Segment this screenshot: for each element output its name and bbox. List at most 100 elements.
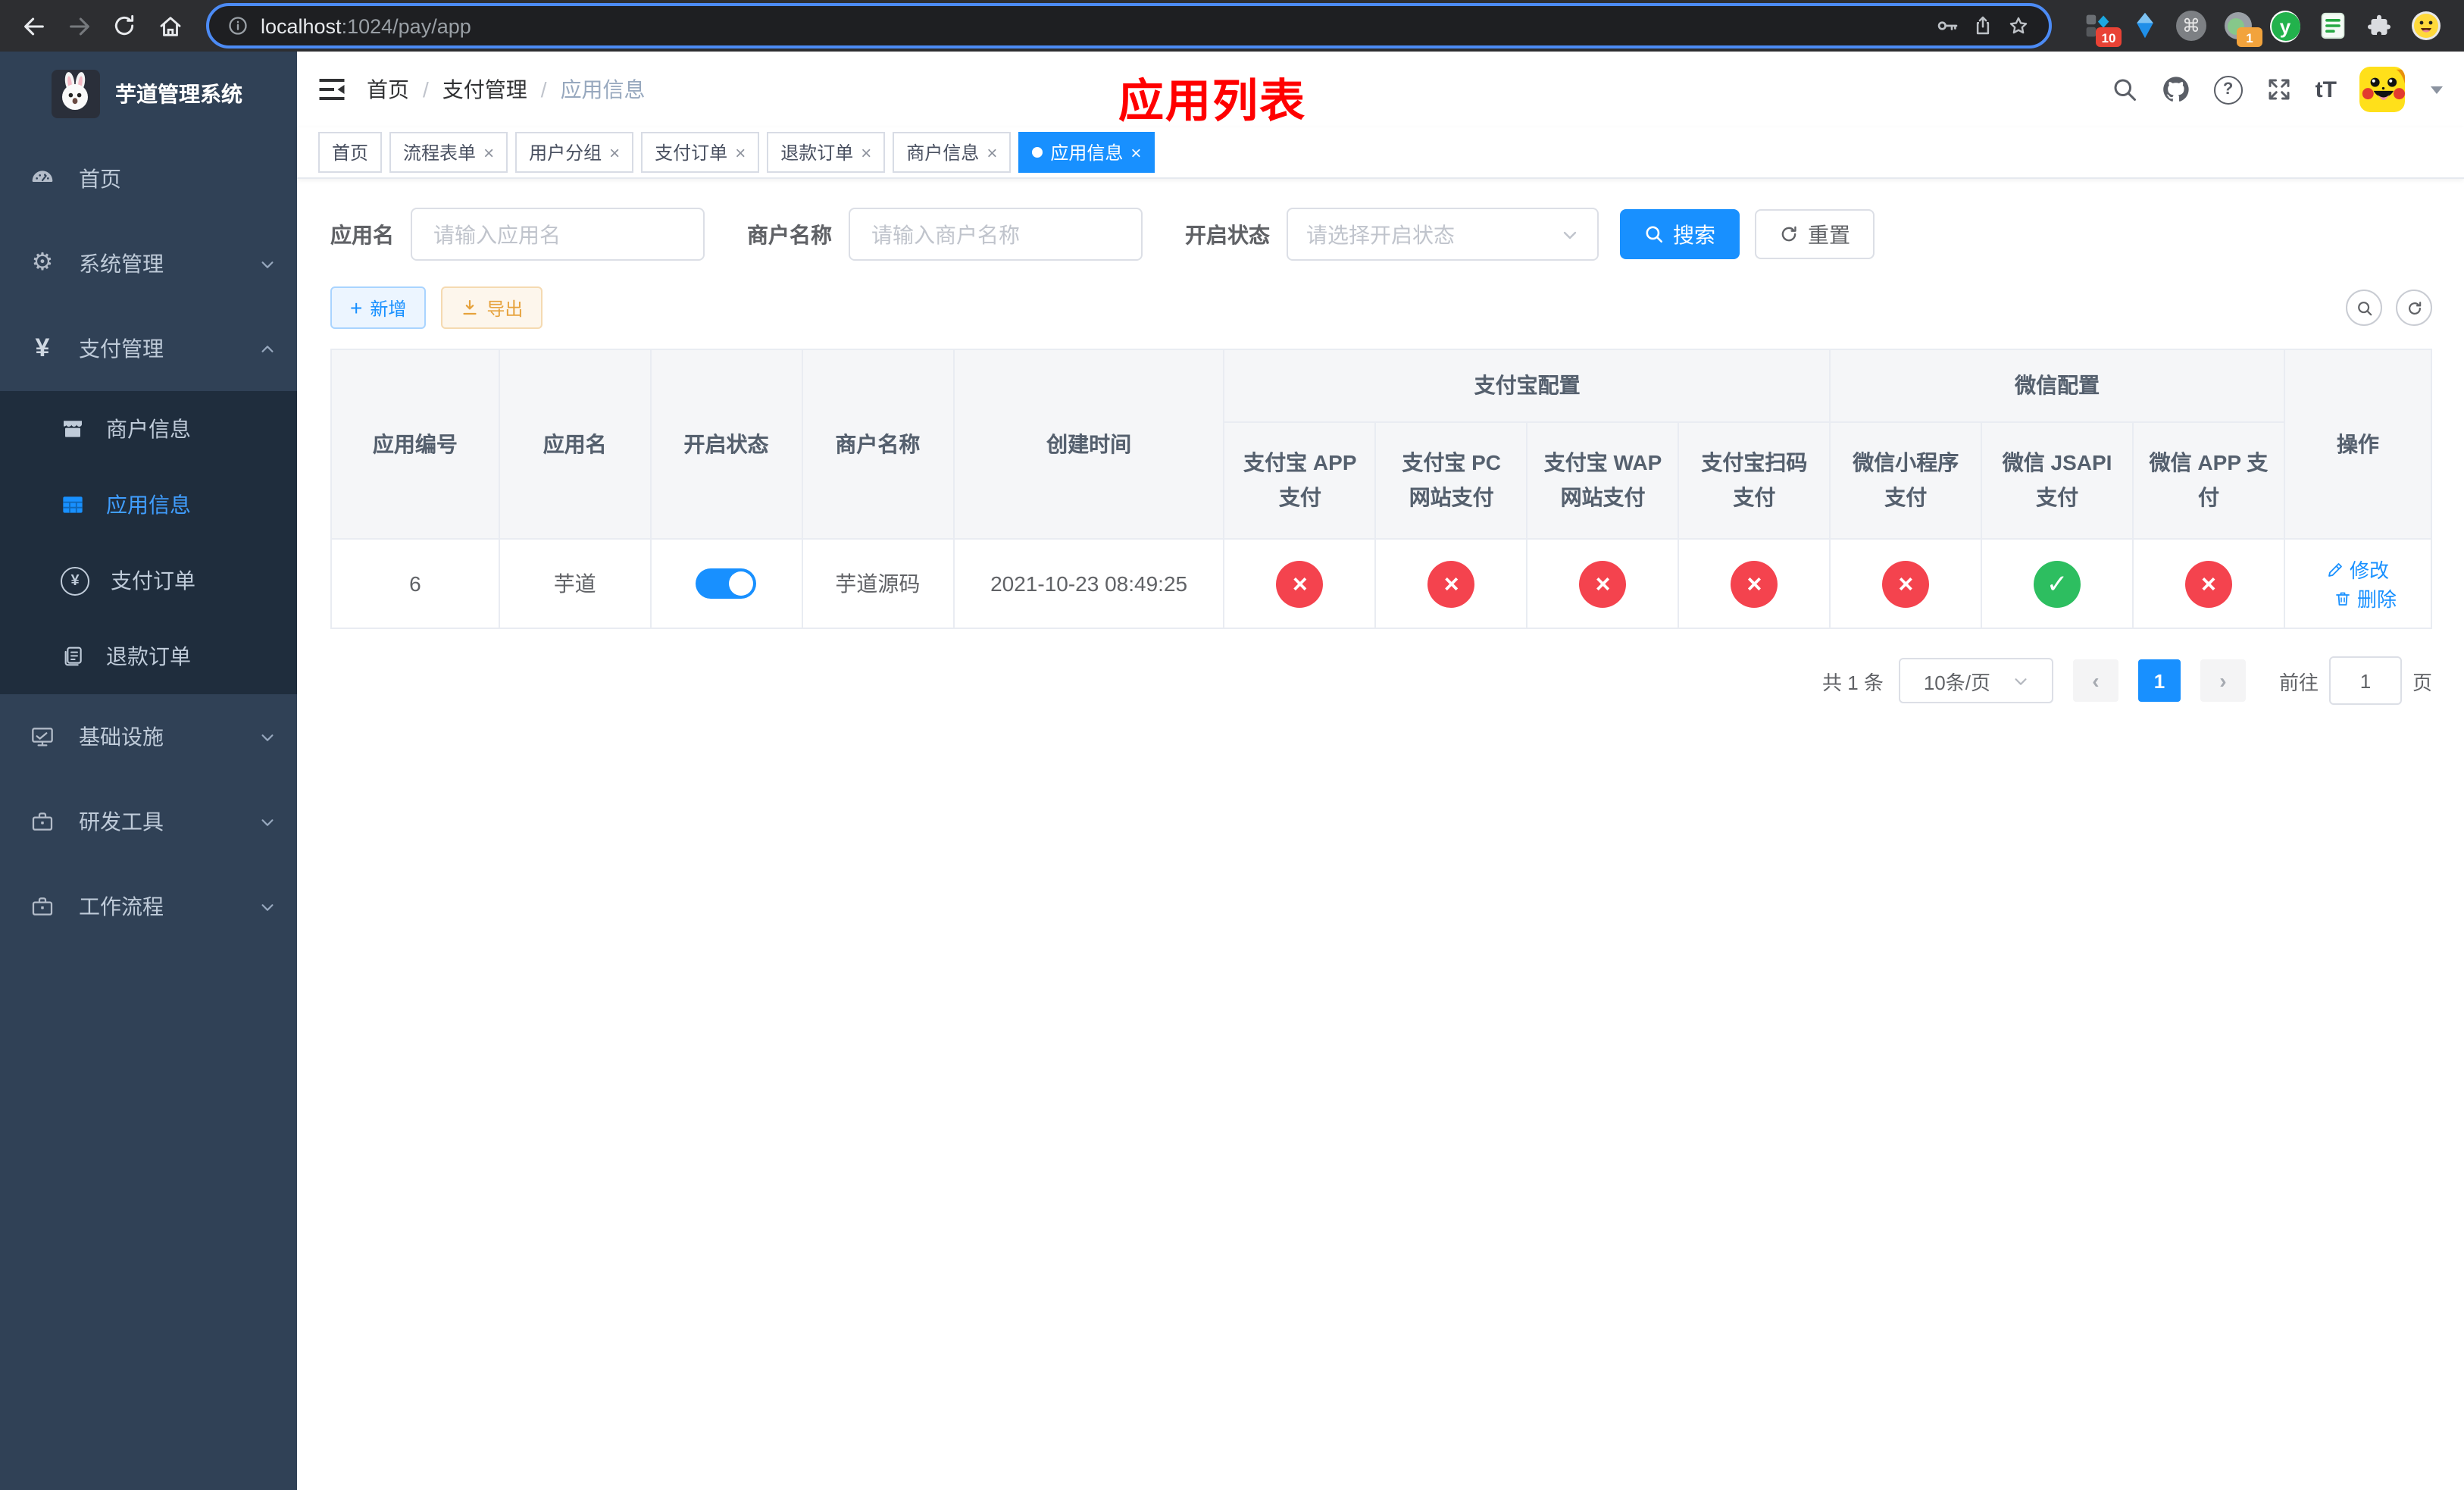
search-icon[interactable]	[2111, 76, 2138, 103]
close-icon[interactable]: ×	[483, 143, 494, 161]
next-page-button[interactable]: ›	[2200, 659, 2246, 702]
edit-label: 修改	[2349, 559, 2389, 582]
profile-extension-icon[interactable]: 1	[2223, 11, 2262, 47]
browser-forward-button[interactable]	[61, 8, 97, 44]
sidebar-item-infrastructure[interactable]: 基础设施	[0, 694, 297, 779]
delete-link[interactable]: 删除	[2334, 584, 2397, 612]
goto-page-input[interactable]	[2328, 656, 2402, 705]
status-select[interactable]: 请选择开启状态	[1287, 208, 1599, 261]
caret-down-icon[interactable]	[2431, 86, 2443, 93]
kite-extension-icon[interactable]	[2129, 11, 2159, 41]
col-header-wechat-jsapi: 微信 JSAPI 支付	[1981, 421, 2134, 540]
page-size-select[interactable]: 10条/页	[1898, 658, 2053, 703]
col-header-status: 开启状态	[649, 349, 803, 540]
cell-alipay-qr: ×	[1678, 538, 1831, 629]
export-button-label: 导出	[486, 298, 524, 319]
breadcrumb-payment[interactable]: 支付管理	[442, 74, 527, 105]
bookmark-star-icon[interactable]	[2006, 14, 2031, 38]
share-icon[interactable]	[1972, 14, 1994, 38]
green-y-extension-icon[interactable]: y	[2270, 10, 2300, 42]
url-text[interactable]: localhost:1024/pay/app	[261, 14, 1923, 37]
app-name-input[interactable]	[430, 221, 685, 248]
tab-merchant-info[interactable]: 商户信息 ×	[893, 132, 1012, 173]
hide-search-button[interactable]	[2346, 290, 2382, 326]
sidebar-item-system[interactable]: ⚙ 系统管理	[0, 221, 297, 306]
close-icon[interactable]: ×	[987, 143, 997, 161]
sidebar-collapse-icon[interactable]	[318, 77, 346, 102]
tab-label: 支付订单	[655, 142, 728, 164]
reset-button-label: 重置	[1808, 222, 1850, 246]
status-icon: ×	[1731, 560, 1778, 607]
search-button[interactable]: 搜索	[1620, 209, 1740, 259]
sidebar-item-payment[interactable]: ¥ 支付管理	[0, 306, 297, 391]
cell-alipay-pc: ×	[1374, 538, 1528, 629]
goto-group: 前往 页	[2279, 656, 2432, 705]
password-key-icon[interactable]	[1935, 14, 1959, 38]
github-icon[interactable]	[2161, 74, 2191, 105]
tab-pay-orders[interactable]: 支付订单 ×	[641, 132, 760, 173]
close-icon[interactable]: ×	[735, 143, 746, 161]
blocks-extension-icon[interactable]: 10	[2082, 11, 2122, 47]
navbar: 首页 / 支付管理 / 应用信息 应用列表 ? tT	[297, 52, 2464, 127]
sidebar-item-home[interactable]: 首页	[0, 136, 297, 221]
smiley-extension-icon[interactable]	[2411, 11, 2441, 41]
current-page-button[interactable]: 1	[2137, 659, 2181, 702]
edit-link[interactable]: 修改	[2327, 555, 2389, 584]
toggle-knob	[729, 571, 754, 596]
status-toggle[interactable]	[696, 568, 757, 599]
col-header-alipay-qr: 支付宝扫码支付	[1678, 421, 1831, 540]
browser-back-button[interactable]	[15, 8, 52, 44]
help-icon[interactable]: ?	[2213, 75, 2243, 104]
download-icon	[463, 299, 477, 315]
font-size-icon[interactable]: tT	[2315, 77, 2337, 102]
browser-chrome: localhost:1024/pay/app 10 ⌘ 1 y	[0, 0, 2464, 52]
rabbit-logo	[52, 70, 100, 118]
close-icon[interactable]: ×	[861, 143, 871, 161]
export-button[interactable]: 导出	[441, 286, 543, 329]
tab-app-info[interactable]: 应用信息 ×	[1018, 132, 1155, 173]
merchant-name-label: 商户名称	[747, 222, 832, 246]
user-avatar[interactable]	[2359, 67, 2405, 112]
sidebar-logo-row[interactable]: 芋道管理系统	[0, 52, 297, 136]
tab-process-form[interactable]: 流程表单 ×	[389, 132, 508, 173]
smiley-icon	[2412, 11, 2441, 40]
col-header-actions: 操作	[2283, 349, 2433, 540]
browser-home-button[interactable]	[152, 8, 188, 44]
refresh-table-button[interactable]	[2396, 290, 2432, 326]
status-icon: ×	[1427, 560, 1475, 607]
merchant-name-input[interactable]	[868, 221, 1123, 248]
sidebar-item-dev-tools[interactable]: 研发工具	[0, 779, 297, 864]
breadcrumb-home[interactable]: 首页	[367, 74, 409, 105]
sidebar-item-workflow[interactable]: 工作流程	[0, 864, 297, 949]
tab-refund-orders[interactable]: 退款订单 ×	[767, 132, 886, 173]
group-header-wechat: 微信配置	[1829, 349, 2285, 423]
fullscreen-icon[interactable]	[2265, 76, 2293, 103]
sidebar-item-refund-orders[interactable]: 退款订单	[0, 618, 297, 694]
sidebar-item-pay-orders[interactable]: ¥ 支付订单	[0, 543, 297, 618]
close-icon[interactable]: ×	[1130, 143, 1141, 161]
app-title: 芋道管理系统	[115, 82, 242, 106]
url-bar[interactable]: localhost:1024/pay/app	[206, 3, 2052, 49]
tab-user-group[interactable]: 用户分组 ×	[515, 132, 634, 173]
tab-label: 应用信息	[1050, 142, 1124, 164]
monitor-chart-icon	[32, 728, 53, 747]
puzzle-icon	[2368, 14, 2391, 35]
document-icon	[64, 646, 82, 666]
close-icon[interactable]: ×	[609, 143, 620, 161]
info-icon[interactable]	[227, 15, 249, 36]
edit-pencil-icon	[2329, 562, 2343, 576]
sidebar-item-app-info[interactable]: 应用信息	[0, 467, 297, 543]
prev-page-button[interactable]: ‹	[2072, 659, 2118, 702]
command-extension-icon[interactable]: ⌘	[2176, 11, 2206, 41]
status-icon: ×	[1579, 560, 1627, 607]
document-extension-icon[interactable]	[2317, 11, 2347, 41]
add-button[interactable]: + 新增	[330, 286, 427, 329]
extensions-puzzle-icon[interactable]	[2364, 11, 2394, 41]
reset-button[interactable]: 重置	[1755, 209, 1875, 259]
extension-badge: 10	[2096, 27, 2122, 47]
tab-home[interactable]: 首页	[318, 132, 383, 173]
browser-reload-button[interactable]	[106, 8, 142, 44]
sidebar-item-merchant-info[interactable]: 商户信息	[0, 391, 297, 467]
home-icon	[159, 16, 180, 36]
shop-icon	[64, 421, 82, 437]
